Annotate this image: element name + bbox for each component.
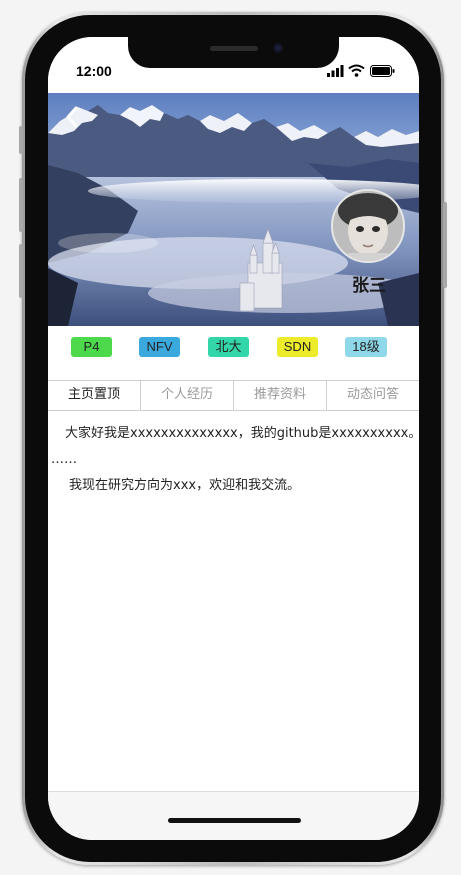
tag-peking-university[interactable]: 北大 — [208, 337, 249, 357]
profile-intro: 大家好我是xxxxxxxxxxxxxx，我的github是xxxxxxxxxx。… — [48, 421, 419, 499]
signal-icon — [327, 65, 344, 77]
speaker-grille — [210, 46, 258, 51]
volume-up-button — [19, 178, 23, 232]
tag-p4[interactable]: P4 — [71, 337, 112, 357]
tab-recommended[interactable]: 推荐资料 — [233, 381, 326, 410]
power-button — [443, 202, 447, 288]
wifi-icon — [348, 64, 365, 77]
intro-line-1: 大家好我是xxxxxxxxxxxxxx，我的github是xxxxxxxxxx。 — [65, 426, 419, 441]
tag-sdn[interactable]: SDN — [277, 337, 318, 357]
front-camera — [273, 43, 283, 53]
status-bar: 12:00 — [48, 37, 419, 93]
intro-ellipsis: …… — [51, 452, 77, 467]
tag-list: P4 NFV 北大 SDN 18级 — [48, 326, 419, 380]
tab-activity[interactable]: 动态问答 — [326, 381, 419, 410]
tag-grade[interactable]: 18级 — [345, 337, 387, 357]
profile-banner: 张三 — [48, 93, 419, 326]
mute-switch — [19, 126, 23, 154]
profile-tabs: 主页置顶 个人经历 推荐资料 动态问答 — [48, 380, 419, 411]
phone-frame: 张三 P4 NFV 北大 SDN 18级 主页置顶 个人经历 推荐资料 动态问答… — [19, 12, 447, 865]
child-avatar-image — [333, 191, 403, 261]
bottom-bar — [48, 791, 419, 840]
notch — [128, 37, 339, 68]
battery-icon — [370, 65, 395, 77]
avatar[interactable] — [331, 189, 405, 263]
volume-down-button — [19, 244, 23, 298]
screen: 张三 P4 NFV 北大 SDN 18级 主页置顶 个人经历 推荐资料 动态问答… — [48, 37, 419, 840]
home-indicator[interactable] — [168, 818, 301, 823]
user-name: 张三 — [352, 276, 386, 296]
back-chevron-icon[interactable] — [62, 105, 82, 129]
status-time: 12:00 — [76, 63, 112, 79]
tag-nfv[interactable]: NFV — [139, 337, 180, 357]
intro-line-3: 我现在研究方向为xxx，欢迎和我交流。 — [69, 478, 301, 493]
tab-experience[interactable]: 个人经历 — [140, 381, 233, 410]
tab-pinned[interactable]: 主页置顶 — [48, 381, 140, 410]
status-icons — [327, 64, 397, 78]
